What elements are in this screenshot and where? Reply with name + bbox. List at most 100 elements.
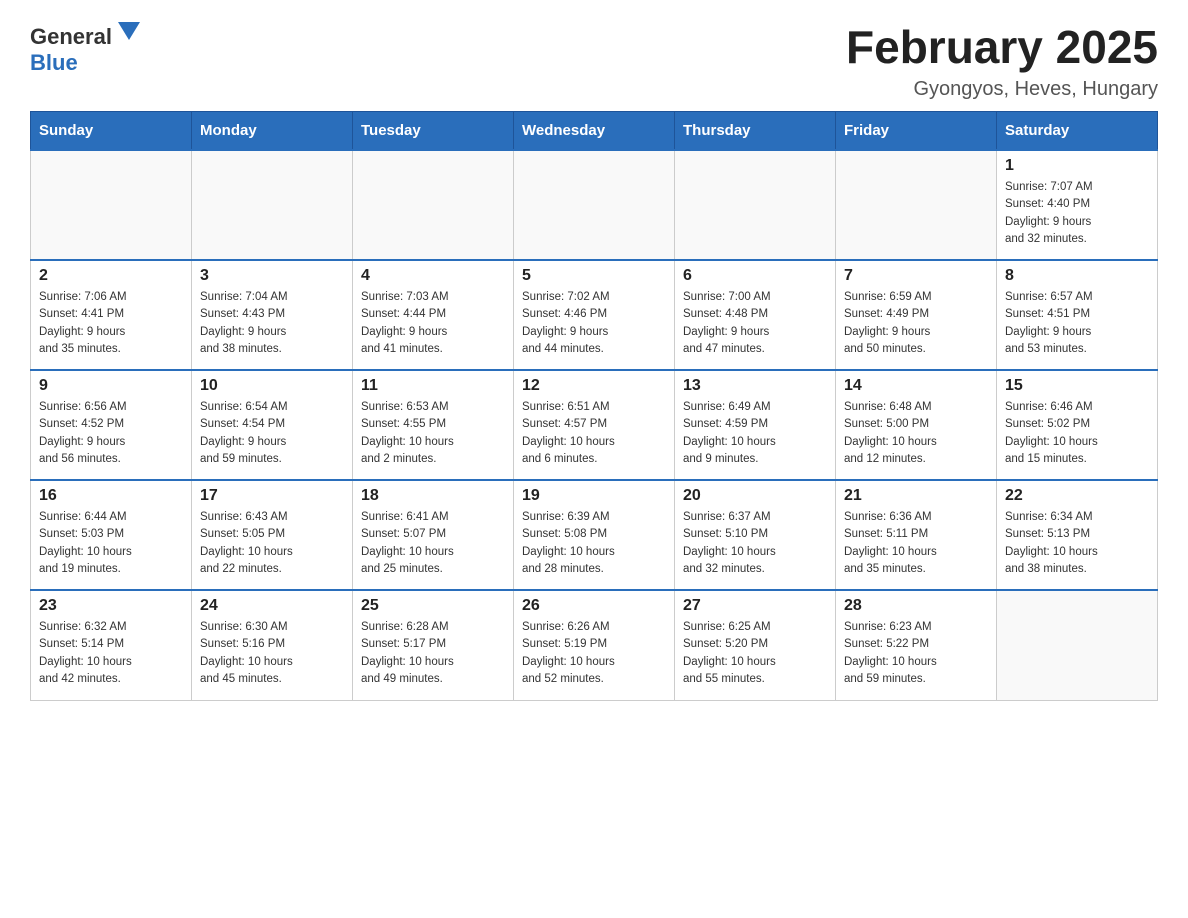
calendar-cell: 24 Sunrise: 6:30 AM Sunset: 5:16 PM Dayli…: [192, 590, 353, 700]
calendar-week-row-2: 9 Sunrise: 6:56 AM Sunset: 4:52 PM Daylig…: [31, 370, 1158, 480]
calendar-cell: [31, 150, 192, 260]
day-header-sunday: Sunday: [31, 112, 192, 151]
day-number: 9: [39, 377, 183, 395]
day-header-friday: Friday: [836, 112, 997, 151]
day-info: Sunrise: 6:28 AM Sunset: 5:17 PM Dayligh…: [361, 619, 505, 688]
day-info: Sunrise: 6:51 AM Sunset: 4:57 PM Dayligh…: [522, 399, 666, 468]
day-number: 6: [683, 267, 827, 285]
day-info: Sunrise: 7:03 AM Sunset: 4:44 PM Dayligh…: [361, 289, 505, 358]
day-number: 4: [361, 267, 505, 285]
calendar-cell: 4 Sunrise: 7:03 AM Sunset: 4:44 PM Daylig…: [353, 260, 514, 370]
calendar-week-row-3: 16 Sunrise: 6:44 AM Sunset: 5:03 PM Dayli…: [31, 480, 1158, 590]
page-header: General Blue February 2025 Gyongyos, Hev…: [30, 20, 1158, 101]
calendar-cell: [836, 150, 997, 260]
calendar-cell: 3Sunrise: 7:04 AM Sunset: 4:43 PM Daylig…: [192, 260, 353, 370]
day-info: Sunrise: 6:54 AM Sunset: 4:54 PM Dayligh…: [200, 399, 344, 468]
calendar-header-row: SundayMondayTuesdayWednesdayThursdayFrid…: [31, 112, 1158, 151]
day-number: 24: [200, 597, 344, 615]
day-header-wednesday: Wednesday: [514, 112, 675, 151]
day-info: Sunrise: 7:06 AM Sunset: 4:41 PM Dayligh…: [39, 289, 183, 358]
calendar-week-row-0: 1 Sunrise: 7:07 AM Sunset: 4:40 PM Daylig…: [31, 150, 1158, 260]
day-number: 11: [361, 377, 505, 395]
day-info: Sunrise: 6:37 AM Sunset: 5:10 PM Dayligh…: [683, 509, 827, 578]
day-info: Sunrise: 6:44 AM Sunset: 5:03 PM Dayligh…: [39, 509, 183, 578]
day-info: Sunrise: 7:07 AM Sunset: 4:40 PM Dayligh…: [1005, 179, 1149, 248]
day-number: 8: [1005, 267, 1149, 285]
calendar-subtitle: Gyongyos, Heves, Hungary: [846, 78, 1158, 101]
day-number: 18: [361, 487, 505, 505]
day-info: Sunrise: 6:25 AM Sunset: 5:20 PM Dayligh…: [683, 619, 827, 688]
day-header-thursday: Thursday: [675, 112, 836, 151]
calendar-table: SundayMondayTuesdayWednesdayThursdayFrid…: [30, 111, 1158, 701]
day-number: 27: [683, 597, 827, 615]
day-info: Sunrise: 6:30 AM Sunset: 5:16 PM Dayligh…: [200, 619, 344, 688]
calendar-cell: 14Sunrise: 6:48 AM Sunset: 5:00 PM Dayli…: [836, 370, 997, 480]
day-number: 17: [200, 487, 344, 505]
calendar-cell: 20Sunrise: 6:37 AM Sunset: 5:10 PM Dayli…: [675, 480, 836, 590]
day-number: 16: [39, 487, 183, 505]
calendar-cell: 13 Sunrise: 6:49 AM Sunset: 4:59 PM Dayli…: [675, 370, 836, 480]
day-info: Sunrise: 7:00 AM Sunset: 4:48 PM Dayligh…: [683, 289, 827, 358]
day-header-monday: Monday: [192, 112, 353, 151]
day-info: Sunrise: 6:53 AM Sunset: 4:55 PM Dayligh…: [361, 399, 505, 468]
day-number: 10: [200, 377, 344, 395]
day-info: Sunrise: 6:36 AM Sunset: 5:11 PM Dayligh…: [844, 509, 988, 578]
day-info: Sunrise: 6:56 AM Sunset: 4:52 PM Dayligh…: [39, 399, 183, 468]
logo-general-text: General: [30, 24, 112, 49]
day-info: Sunrise: 6:49 AM Sunset: 4:59 PM Dayligh…: [683, 399, 827, 468]
calendar-cell: 8 Sunrise: 6:57 AM Sunset: 4:51 PM Daylig…: [997, 260, 1158, 370]
day-info: Sunrise: 6:43 AM Sunset: 5:05 PM Dayligh…: [200, 509, 344, 578]
day-number: 3: [200, 267, 344, 285]
calendar-cell: 27 Sunrise: 6:25 AM Sunset: 5:20 PM Dayli…: [675, 590, 836, 700]
day-header-saturday: Saturday: [997, 112, 1158, 151]
calendar-cell: 26 Sunrise: 6:26 AM Sunset: 5:19 PM Dayli…: [514, 590, 675, 700]
day-number: 19: [522, 487, 666, 505]
calendar-cell: 12 Sunrise: 6:51 AM Sunset: 4:57 PM Dayli…: [514, 370, 675, 480]
calendar-cell: [353, 150, 514, 260]
logo-blue-text: Blue: [30, 50, 78, 75]
day-number: 1: [1005, 157, 1149, 175]
logo-triangle-icon: [118, 22, 140, 44]
calendar-cell: 7 Sunrise: 6:59 AM Sunset: 4:49 PM Daylig…: [836, 260, 997, 370]
calendar-cell: 21 Sunrise: 6:36 AM Sunset: 5:11 PM Dayli…: [836, 480, 997, 590]
calendar-week-row-4: 23 Sunrise: 6:32 AM Sunset: 5:14 PM Dayli…: [31, 590, 1158, 700]
logo: General Blue: [30, 20, 140, 77]
calendar-cell: [997, 590, 1158, 700]
calendar-cell: [675, 150, 836, 260]
calendar-cell: 11 Sunrise: 6:53 AM Sunset: 4:55 PM Dayli…: [353, 370, 514, 480]
day-info: Sunrise: 6:34 AM Sunset: 5:13 PM Dayligh…: [1005, 509, 1149, 578]
day-info: Sunrise: 6:57 AM Sunset: 4:51 PM Dayligh…: [1005, 289, 1149, 358]
calendar-cell: 1 Sunrise: 7:07 AM Sunset: 4:40 PM Daylig…: [997, 150, 1158, 260]
day-number: 23: [39, 597, 183, 615]
calendar-cell: 17 Sunrise: 6:43 AM Sunset: 5:05 PM Dayli…: [192, 480, 353, 590]
day-number: 26: [522, 597, 666, 615]
day-number: 21: [844, 487, 988, 505]
day-info: Sunrise: 6:41 AM Sunset: 5:07 PM Dayligh…: [361, 509, 505, 578]
day-number: 25: [361, 597, 505, 615]
calendar-cell: 10 Sunrise: 6:54 AM Sunset: 4:54 PM Dayli…: [192, 370, 353, 480]
day-number: 5: [522, 267, 666, 285]
calendar-title: February 2025: [846, 20, 1158, 74]
calendar-week-row-1: 2 Sunrise: 7:06 AM Sunset: 4:41 PM Daylig…: [31, 260, 1158, 370]
calendar-cell: 16 Sunrise: 6:44 AM Sunset: 5:03 PM Dayli…: [31, 480, 192, 590]
calendar-cell: 15 Sunrise: 6:46 AM Sunset: 5:02 PM Dayli…: [997, 370, 1158, 480]
day-number: 13: [683, 377, 827, 395]
calendar-cell: [192, 150, 353, 260]
day-info: Sunrise: 6:26 AM Sunset: 5:19 PM Dayligh…: [522, 619, 666, 688]
day-info: Sunrise: 6:59 AM Sunset: 4:49 PM Dayligh…: [844, 289, 988, 358]
day-info: Sunrise: 6:48 AM Sunset: 5:00 PM Dayligh…: [844, 399, 988, 468]
calendar-cell: 5Sunrise: 7:02 AM Sunset: 4:46 PM Daylig…: [514, 260, 675, 370]
day-number: 12: [522, 377, 666, 395]
day-number: 28: [844, 597, 988, 615]
day-number: 15: [1005, 377, 1149, 395]
calendar-cell: 19 Sunrise: 6:39 AM Sunset: 5:08 PM Dayli…: [514, 480, 675, 590]
day-number: 22: [1005, 487, 1149, 505]
day-number: 2: [39, 267, 183, 285]
day-info: Sunrise: 6:32 AM Sunset: 5:14 PM Dayligh…: [39, 619, 183, 688]
calendar-cell: 25 Sunrise: 6:28 AM Sunset: 5:17 PM Dayli…: [353, 590, 514, 700]
day-info: Sunrise: 6:46 AM Sunset: 5:02 PM Dayligh…: [1005, 399, 1149, 468]
calendar-cell: 18 Sunrise: 6:41 AM Sunset: 5:07 PM Dayli…: [353, 480, 514, 590]
day-number: 7: [844, 267, 988, 285]
day-header-tuesday: Tuesday: [353, 112, 514, 151]
day-info: Sunrise: 6:39 AM Sunset: 5:08 PM Dayligh…: [522, 509, 666, 578]
